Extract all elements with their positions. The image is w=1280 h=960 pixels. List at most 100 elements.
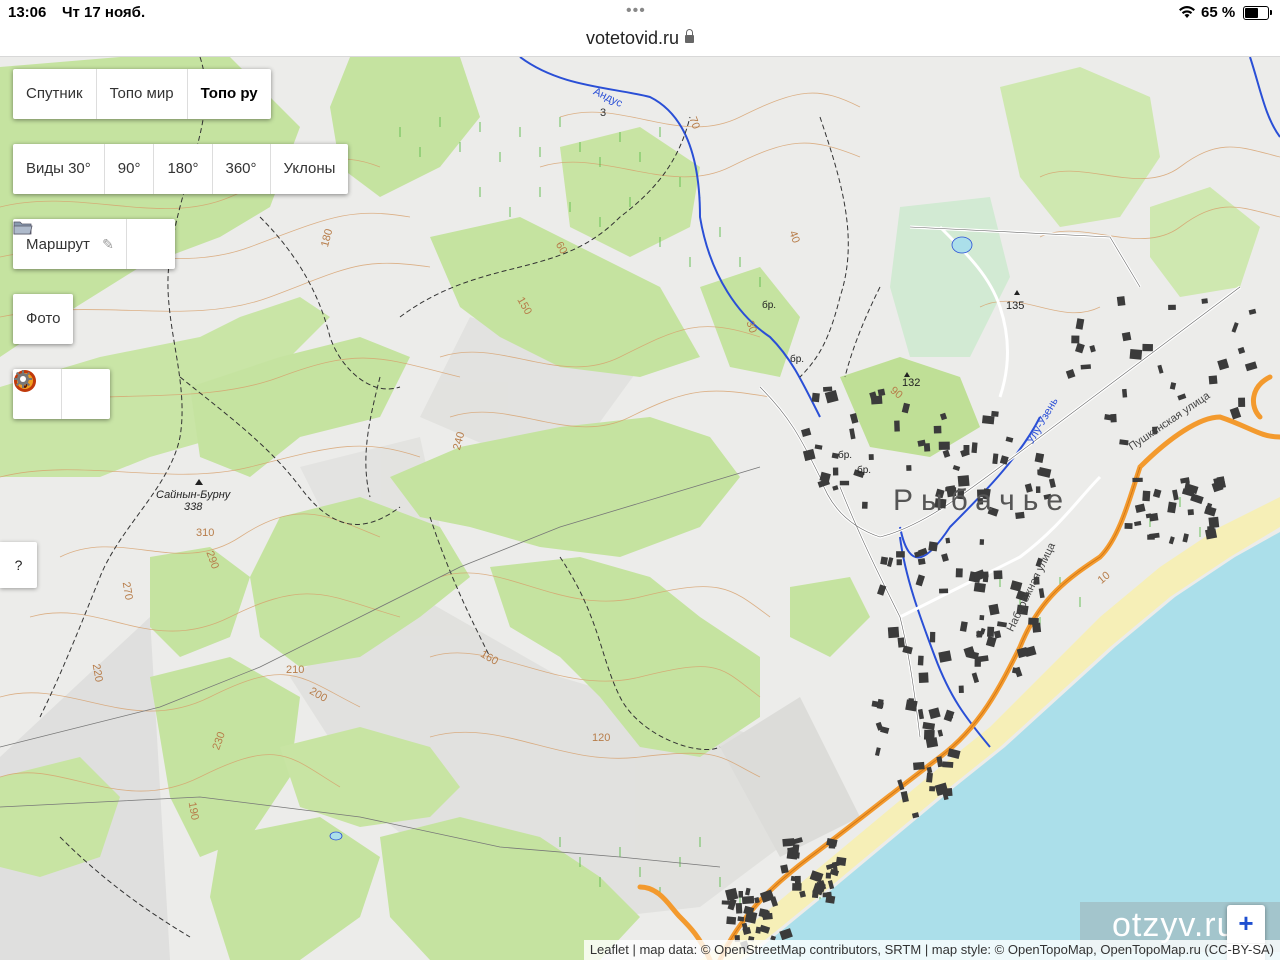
building [933,425,942,434]
photo-button[interactable]: Фото [13,294,73,344]
building [1147,534,1155,540]
ford-label: бр. [790,354,805,365]
building [1208,375,1218,385]
building [791,851,800,859]
building [944,787,953,797]
building [1142,343,1153,352]
building [735,902,743,914]
tools-control [13,369,110,419]
view-controls: Виды 30° 90° 180° 360° Уклоны [13,144,349,194]
building [981,415,995,425]
building [917,655,924,666]
building [721,900,734,905]
building [971,442,978,454]
ford-label: бр. [857,465,872,476]
building [1187,509,1194,516]
building [1116,296,1126,307]
building [918,672,929,683]
layer-topo-ru-button[interactable]: Топо ру [188,69,271,119]
lock-icon [685,29,695,43]
building [826,891,833,902]
building [917,558,926,566]
multitasking-dots-icon[interactable]: ••• [626,2,646,20]
contour-label: 310 [196,527,215,539]
open-route-button[interactable] [13,219,175,269]
building [877,388,886,397]
building [1205,528,1218,540]
building [907,698,914,709]
building [938,650,952,663]
spot-height-132: 132 [902,377,921,389]
building [913,761,925,771]
photo-control: Фото [13,294,74,344]
url-text: votetovid.ru [585,28,680,48]
contour-label: 3 [600,107,607,119]
route-control: Маршрут ✎ [13,219,175,269]
status-bar: 13:06 Чт 17 нояб. ••• 65 % [0,0,1280,26]
building [823,386,833,392]
pond [329,831,343,841]
building [991,410,999,417]
gear-icon [14,370,32,388]
building [726,916,737,925]
help-button[interactable]: ? [0,542,37,588]
building [926,772,933,783]
building [1142,490,1151,502]
building [1071,335,1080,344]
building [1201,298,1208,304]
url-bar[interactable]: votetovid.ru [0,26,1280,57]
building [982,575,989,583]
wifi-icon [1179,6,1195,18]
url-display[interactable]: votetovid.ru [0,28,1280,49]
layer-topo-world-button[interactable]: Топо мир [97,69,188,119]
building [896,551,905,558]
ford-label: бр. [762,300,777,311]
building [963,445,970,455]
building [868,454,874,460]
building [938,441,950,450]
building [979,614,985,621]
layer-satellite-button[interactable]: Спутник [13,69,97,119]
building [992,453,999,465]
building [839,480,850,486]
contour-label: 210 [286,664,305,676]
folder-icon [13,221,33,235]
building [896,559,902,566]
building [758,908,769,918]
building [1238,397,1246,407]
building [1168,304,1176,310]
pencil-icon: ✎ [102,236,114,252]
building [942,761,954,768]
building [906,465,912,471]
spot-height-135: 135 [1006,300,1025,312]
building [894,420,900,432]
building [1129,349,1143,360]
zoom-in-button[interactable]: + [1227,905,1265,944]
building [958,685,964,693]
view-180-button[interactable]: 180° [154,144,213,194]
building [1216,476,1226,486]
building [986,626,995,637]
building [1132,477,1143,483]
building [1037,469,1043,475]
building [1034,452,1045,463]
view-90-button[interactable]: 90° [105,144,155,194]
view-30-button[interactable]: Виды 30° [13,144,105,194]
route-label: Маршрут [26,236,90,253]
status-time: 13:06 [8,4,47,21]
building [1167,501,1177,514]
status-date: Чт 17 нояб. [62,4,146,21]
map-view[interactable]: Сайнын-Бурну 338 Рыбачье 132 135 Набереж… [0,57,1280,960]
building [811,890,819,899]
building [973,582,986,593]
slopes-button[interactable]: Уклоны [271,144,349,194]
layer-switcher: Спутник Топо мир Топо ру [13,69,271,119]
peak-label: Сайнын-Бурну 338 [156,489,231,513]
building [828,843,836,849]
map-attribution[interactable]: Leaflet | map data: © OpenStreetMap cont… [583,940,1280,960]
building [1080,364,1091,370]
building [929,631,936,643]
view-360-button[interactable]: 360° [213,144,271,194]
settings-button[interactable] [14,369,110,419]
building [979,539,985,545]
